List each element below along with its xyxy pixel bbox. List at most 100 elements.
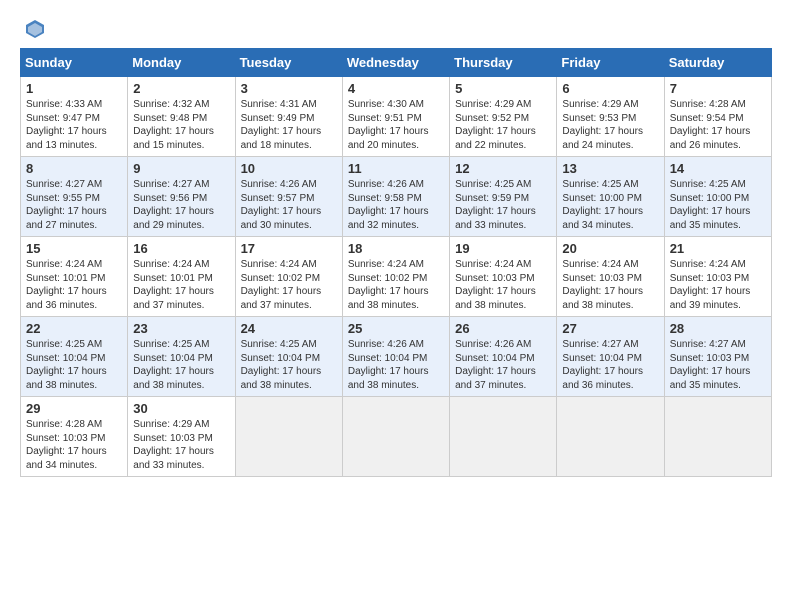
day-number: 16 [133, 241, 229, 256]
day-details: Sunrise: 4:28 AM Sunset: 9:54 PM Dayligh… [670, 98, 766, 152]
calendar-cell: 29Sunrise: 4:28 AM Sunset: 10:03 PM Dayl… [21, 397, 128, 477]
day-number: 27 [562, 321, 658, 336]
calendar-week-row: 22 Sunrise: 4:25 AM Sunset: 10:04 PM Dayl… [21, 317, 772, 397]
calendar-week-row: 15 Sunrise: 4:24 AM Sunset: 10:01 PM Dayl… [21, 237, 772, 317]
calendar-cell: 23 Sunrise: 4:25 AM Sunset: 10:04 PM Dayl… [128, 317, 235, 397]
day-details: Sunrise: 4:29 AM Sunset: 10:03 PM Daylig… [133, 418, 229, 472]
calendar-cell: 30 Sunrise: 4:29 AM Sunset: 10:03 PM Dayl… [128, 397, 235, 477]
day-number: 19 [455, 241, 551, 256]
day-number: 10 [241, 161, 337, 176]
day-details: Sunrise: 4:24 AM Sunset: 10:03 PM Daylig… [670, 258, 766, 312]
day-number: 22 [26, 321, 122, 336]
day-details: Sunrise: 4:26 AM Sunset: 10:04 PM Daylig… [348, 338, 444, 392]
calendar-week-row: 1 Sunrise: 4:33 AM Sunset: 9:47 PM Daylig… [21, 77, 772, 157]
day-number: 7 [670, 81, 766, 96]
calendar-cell: 22Sunrise: 4:25 AM Sunset: 10:04 PM Dayl… [21, 317, 128, 397]
logo-flag-icon [24, 18, 46, 40]
calendar-cell [235, 397, 342, 477]
day-number: 25 [348, 321, 444, 336]
calendar-cell [557, 397, 664, 477]
day-details: Sunrise: 4:25 AM Sunset: 10:04 PM Daylig… [133, 338, 229, 392]
calendar-cell: 24 Sunrise: 4:25 AM Sunset: 10:04 PM Dayl… [235, 317, 342, 397]
calendar-cell: 14 Sunrise: 4:25 AM Sunset: 10:00 PM Dayl… [664, 157, 771, 237]
calendar-cell: 16 Sunrise: 4:24 AM Sunset: 10:01 PM Dayl… [128, 237, 235, 317]
day-number: 8 [26, 161, 122, 176]
day-header-monday: Monday [128, 49, 235, 77]
day-number: 17 [241, 241, 337, 256]
calendar-cell: 5 Sunrise: 4:29 AM Sunset: 9:52 PM Daylig… [450, 77, 557, 157]
day-details: Sunrise: 4:33 AM Sunset: 9:47 PM Dayligh… [26, 98, 122, 152]
day-details: Sunrise: 4:31 AM Sunset: 9:49 PM Dayligh… [241, 98, 337, 152]
day-details: Sunrise: 4:24 AM Sunset: 10:02 PM Daylig… [348, 258, 444, 312]
calendar-week-row: 8 Sunrise: 4:27 AM Sunset: 9:55 PM Daylig… [21, 157, 772, 237]
days-header-row: Sunday Monday Tuesday Wednesday Thursday… [21, 49, 772, 77]
calendar-cell: 20 Sunrise: 4:24 AM Sunset: 10:03 PM Dayl… [557, 237, 664, 317]
calendar-cell: 2Sunrise: 4:32 AM Sunset: 9:48 PM Daylig… [128, 77, 235, 157]
day-number: 2 [133, 81, 229, 96]
day-number: 12 [455, 161, 551, 176]
calendar-cell: 26 Sunrise: 4:26 AM Sunset: 10:04 PM Dayl… [450, 317, 557, 397]
page-header [20, 18, 772, 40]
calendar-cell: 9Sunrise: 4:27 AM Sunset: 9:56 PM Daylig… [128, 157, 235, 237]
calendar-table: Sunday Monday Tuesday Wednesday Thursday… [20, 48, 772, 477]
day-number: 1 [26, 81, 122, 96]
calendar-cell: 28 Sunrise: 4:27 AM Sunset: 10:03 PM Dayl… [664, 317, 771, 397]
day-header-sunday: Sunday [21, 49, 128, 77]
calendar-cell: 25 Sunrise: 4:26 AM Sunset: 10:04 PM Dayl… [342, 317, 449, 397]
day-details: Sunrise: 4:26 AM Sunset: 9:57 PM Dayligh… [241, 178, 337, 232]
calendar-cell: 12 Sunrise: 4:25 AM Sunset: 9:59 PM Dayli… [450, 157, 557, 237]
day-header-saturday: Saturday [664, 49, 771, 77]
calendar-cell: 13 Sunrise: 4:25 AM Sunset: 10:00 PM Dayl… [557, 157, 664, 237]
calendar-cell: 6 Sunrise: 4:29 AM Sunset: 9:53 PM Daylig… [557, 77, 664, 157]
day-details: Sunrise: 4:25 AM Sunset: 9:59 PM Dayligh… [455, 178, 551, 232]
calendar-cell: 7 Sunrise: 4:28 AM Sunset: 9:54 PM Daylig… [664, 77, 771, 157]
day-number: 29 [26, 401, 122, 416]
day-details: Sunrise: 4:24 AM Sunset: 10:03 PM Daylig… [562, 258, 658, 312]
day-number: 28 [670, 321, 766, 336]
calendar-cell: 15Sunrise: 4:24 AM Sunset: 10:01 PM Dayl… [21, 237, 128, 317]
calendar-cell: 4Sunrise: 4:30 AM Sunset: 9:51 PM Daylig… [342, 77, 449, 157]
calendar-cell: 1 Sunrise: 4:33 AM Sunset: 9:47 PM Daylig… [21, 77, 128, 157]
day-number: 23 [133, 321, 229, 336]
day-number: 30 [133, 401, 229, 416]
day-details: Sunrise: 4:30 AM Sunset: 9:51 PM Dayligh… [348, 98, 444, 152]
day-details: Sunrise: 4:29 AM Sunset: 9:53 PM Dayligh… [562, 98, 658, 152]
day-number: 24 [241, 321, 337, 336]
day-details: Sunrise: 4:24 AM Sunset: 10:03 PM Daylig… [455, 258, 551, 312]
calendar-week-row: 29Sunrise: 4:28 AM Sunset: 10:03 PM Dayl… [21, 397, 772, 477]
day-details: Sunrise: 4:26 AM Sunset: 10:04 PM Daylig… [455, 338, 551, 392]
day-details: Sunrise: 4:24 AM Sunset: 10:01 PM Daylig… [133, 258, 229, 312]
day-details: Sunrise: 4:29 AM Sunset: 9:52 PM Dayligh… [455, 98, 551, 152]
day-number: 5 [455, 81, 551, 96]
day-details: Sunrise: 4:25 AM Sunset: 10:00 PM Daylig… [670, 178, 766, 232]
calendar-page: Sunday Monday Tuesday Wednesday Thursday… [0, 0, 792, 612]
day-header-friday: Friday [557, 49, 664, 77]
day-header-wednesday: Wednesday [342, 49, 449, 77]
calendar-cell: 27 Sunrise: 4:27 AM Sunset: 10:04 PM Dayl… [557, 317, 664, 397]
day-number: 13 [562, 161, 658, 176]
day-details: Sunrise: 4:25 AM Sunset: 10:00 PM Daylig… [562, 178, 658, 232]
day-number: 26 [455, 321, 551, 336]
day-number: 14 [670, 161, 766, 176]
day-number: 20 [562, 241, 658, 256]
day-number: 6 [562, 81, 658, 96]
day-number: 11 [348, 161, 444, 176]
day-number: 21 [670, 241, 766, 256]
calendar-cell [664, 397, 771, 477]
calendar-cell: 10 Sunrise: 4:26 AM Sunset: 9:57 PM Dayli… [235, 157, 342, 237]
day-number: 15 [26, 241, 122, 256]
day-header-tuesday: Tuesday [235, 49, 342, 77]
calendar-cell: 11Sunrise: 4:26 AM Sunset: 9:58 PM Dayli… [342, 157, 449, 237]
calendar-cell [450, 397, 557, 477]
calendar-cell: 3Sunrise: 4:31 AM Sunset: 9:49 PM Daylig… [235, 77, 342, 157]
day-number: 9 [133, 161, 229, 176]
day-details: Sunrise: 4:27 AM Sunset: 10:03 PM Daylig… [670, 338, 766, 392]
logo [20, 18, 48, 40]
day-details: Sunrise: 4:27 AM Sunset: 9:55 PM Dayligh… [26, 178, 122, 232]
day-number: 18 [348, 241, 444, 256]
calendar-cell: 18 Sunrise: 4:24 AM Sunset: 10:02 PM Dayl… [342, 237, 449, 317]
day-details: Sunrise: 4:25 AM Sunset: 10:04 PM Daylig… [241, 338, 337, 392]
day-header-thursday: Thursday [450, 49, 557, 77]
day-details: Sunrise: 4:24 AM Sunset: 10:02 PM Daylig… [241, 258, 337, 312]
day-details: Sunrise: 4:27 AM Sunset: 10:04 PM Daylig… [562, 338, 658, 392]
